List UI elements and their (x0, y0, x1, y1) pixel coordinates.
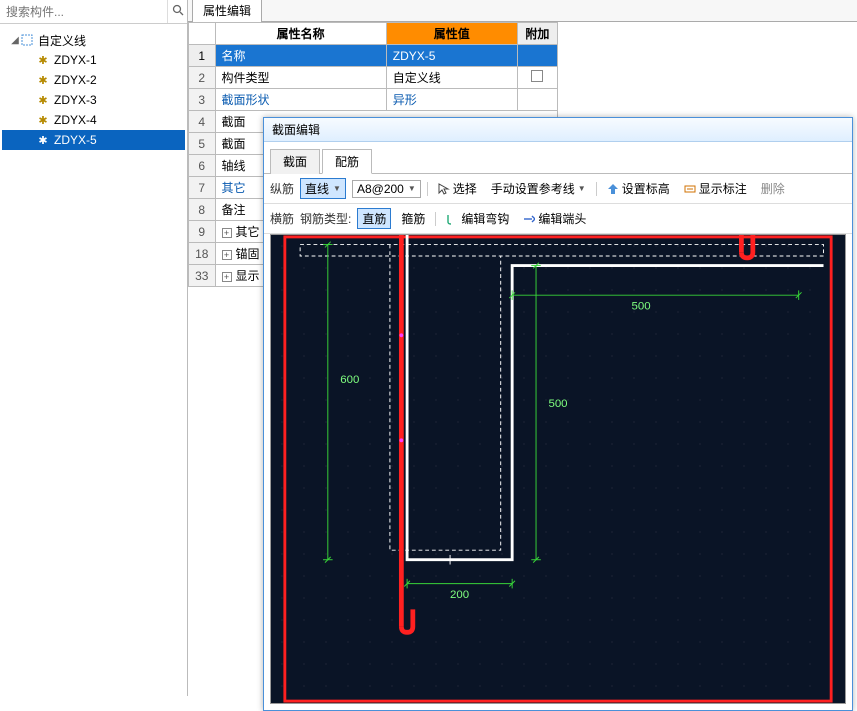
label-rebar-type: 钢筋类型: (300, 210, 351, 227)
prop-extra (517, 45, 557, 67)
tab-section[interactable]: 截面 (270, 149, 320, 174)
table-row[interactable]: 3 截面形状 异形 (189, 89, 558, 111)
elevation-icon (607, 183, 619, 195)
separator (596, 182, 597, 196)
expand-icon[interactable]: + (222, 228, 232, 238)
search-icon (172, 4, 184, 19)
rownum-header (189, 23, 216, 45)
separator (427, 182, 428, 196)
cad-canvas[interactable]: 600 500 500 (270, 234, 846, 704)
row-num: 1 (189, 45, 216, 67)
section-editor-window: 截面编辑 截面 配筋 纵筋 直线▼ A8@200▼ 选择 手动设置参考线▼ (263, 117, 853, 711)
tree-item[interactable]: ✱ ZDYX-4 (2, 110, 185, 130)
node-icon: ✱ (36, 53, 50, 67)
dim-500-top: 500 (632, 300, 651, 312)
prop-name: 名称 (215, 45, 386, 67)
checkbox-icon[interactable] (531, 70, 543, 82)
line-type-dropdown[interactable]: 直线▼ (300, 178, 346, 199)
node-icon: ✱ (36, 133, 50, 147)
hook-icon (446, 213, 458, 225)
row-num: 5 (189, 133, 216, 155)
node-icon: ✱ (36, 73, 50, 87)
node-icon: ✱ (36, 113, 50, 127)
tree-root-custom-line[interactable]: ◢ 自定义线 (2, 30, 185, 50)
select-tool-button[interactable]: 选择 (434, 179, 481, 198)
row-num: 2 (189, 67, 216, 89)
ref-line-dropdown[interactable]: 手动设置参考线▼ (487, 179, 590, 198)
straight-rebar-button[interactable]: 直筋 (357, 208, 391, 229)
expand-icon[interactable]: + (222, 250, 232, 260)
stirrup-button[interactable]: 箍筋 (397, 209, 429, 228)
section-tabs: 截面 配筋 (264, 142, 852, 174)
collapse-icon[interactable]: ◢ (10, 35, 20, 46)
tree-item[interactable]: ✱ ZDYX-2 (2, 70, 185, 90)
prop-value[interactable]: 自定义线 (386, 67, 517, 89)
edit-end-button[interactable]: 编辑端头 (519, 209, 590, 228)
table-row[interactable]: 2 构件类型 自定义线 (189, 67, 558, 89)
col-header-name[interactable]: 属性名称 (215, 23, 386, 45)
prop-extra (517, 89, 557, 111)
expand-icon[interactable]: + (222, 272, 232, 282)
col-header-extra[interactable]: 附加 (517, 23, 557, 45)
section-editor-title[interactable]: 截面编辑 (264, 118, 852, 142)
dim-600: 600 (340, 374, 359, 386)
row-num: 18 (189, 243, 216, 265)
chevron-down-icon: ▼ (408, 184, 416, 193)
row-num: 3 (189, 89, 216, 111)
prop-name: 截面形状 (215, 89, 386, 111)
label-vertical-rebar: 纵筋 (270, 180, 294, 197)
tree-item-label: ZDYX-1 (54, 53, 97, 67)
cad-drawing: 600 500 500 (271, 235, 845, 703)
tab-property-edit[interactable]: 属性编辑 (192, 0, 262, 22)
component-tree: ◢ 自定义线 ✱ ZDYX-1 ✱ ZDYX-2 ✱ ZDYX-3 ✱ ZDYX… (0, 24, 187, 696)
label-horizontal-rebar: 横筋 (270, 210, 294, 227)
custom-line-icon (20, 33, 34, 47)
dim-500-side: 500 (548, 398, 567, 410)
tree-item[interactable]: ✱ ZDYX-5 (2, 130, 185, 150)
prop-value[interactable]: ZDYX-5 (386, 45, 517, 67)
row-num: 7 (189, 177, 216, 199)
set-elevation-button[interactable]: 设置标高 (603, 179, 674, 198)
node-icon: ✱ (36, 93, 50, 107)
prop-extra[interactable] (517, 67, 557, 89)
right-panel: 属性编辑 属性名称 属性值 附加 1 名称 ZDYX-5 2 构件类型 (188, 0, 857, 696)
search-row (0, 0, 187, 24)
row-num: 4 (189, 111, 216, 133)
separator (435, 212, 436, 226)
prop-tab-bar: 属性编辑 (188, 0, 857, 22)
left-panel: ◢ 自定义线 ✱ ZDYX-1 ✱ ZDYX-2 ✱ ZDYX-3 ✱ ZDYX… (0, 0, 188, 696)
canvas-wrap: 600 500 500 (264, 234, 852, 710)
toolbar-row-2: 横筋 钢筋类型: 直筋 箍筋 编辑弯钩 编辑端头 (264, 204, 852, 234)
chevron-down-icon: ▼ (578, 184, 586, 193)
props-area: 属性名称 属性值 附加 1 名称 ZDYX-5 2 构件类型 自定义线 (188, 22, 857, 696)
table-row[interactable]: 1 名称 ZDYX-5 (189, 45, 558, 67)
row-num: 33 (189, 265, 216, 287)
search-input[interactable] (0, 0, 167, 23)
tree-item-label: ZDYX-2 (54, 73, 97, 87)
rebar-spec-dropdown[interactable]: A8@200▼ (352, 180, 421, 198)
show-annot-button[interactable]: 显示标注 (680, 179, 751, 198)
tree-item-label: ZDYX-4 (54, 113, 97, 127)
edit-hook-button[interactable]: 编辑弯钩 (442, 209, 513, 228)
cursor-icon (438, 183, 450, 195)
tab-rebar[interactable]: 配筋 (322, 149, 372, 174)
row-num: 9 (189, 221, 216, 243)
row-num: 6 (189, 155, 216, 177)
end-icon (523, 213, 535, 225)
row-num: 8 (189, 199, 216, 221)
dim-200: 200 (450, 589, 469, 601)
tree-item-label: ZDYX-5 (54, 133, 97, 147)
tree-root-label: 自定义线 (38, 32, 86, 49)
toolbar-row-1: 纵筋 直线▼ A8@200▼ 选择 手动设置参考线▼ 设置标高 (264, 174, 852, 204)
search-button[interactable] (167, 0, 187, 23)
tree-item[interactable]: ✱ ZDYX-1 (2, 50, 185, 70)
delete-button[interactable]: 删除 (757, 179, 789, 198)
chevron-down-icon: ▼ (333, 184, 341, 193)
prop-value[interactable]: 异形 (386, 89, 517, 111)
annotation-icon (684, 183, 696, 195)
tree-item-label: ZDYX-3 (54, 93, 97, 107)
prop-name: 构件类型 (215, 67, 386, 89)
tree-item[interactable]: ✱ ZDYX-3 (2, 90, 185, 110)
col-header-value[interactable]: 属性值 (386, 23, 517, 45)
